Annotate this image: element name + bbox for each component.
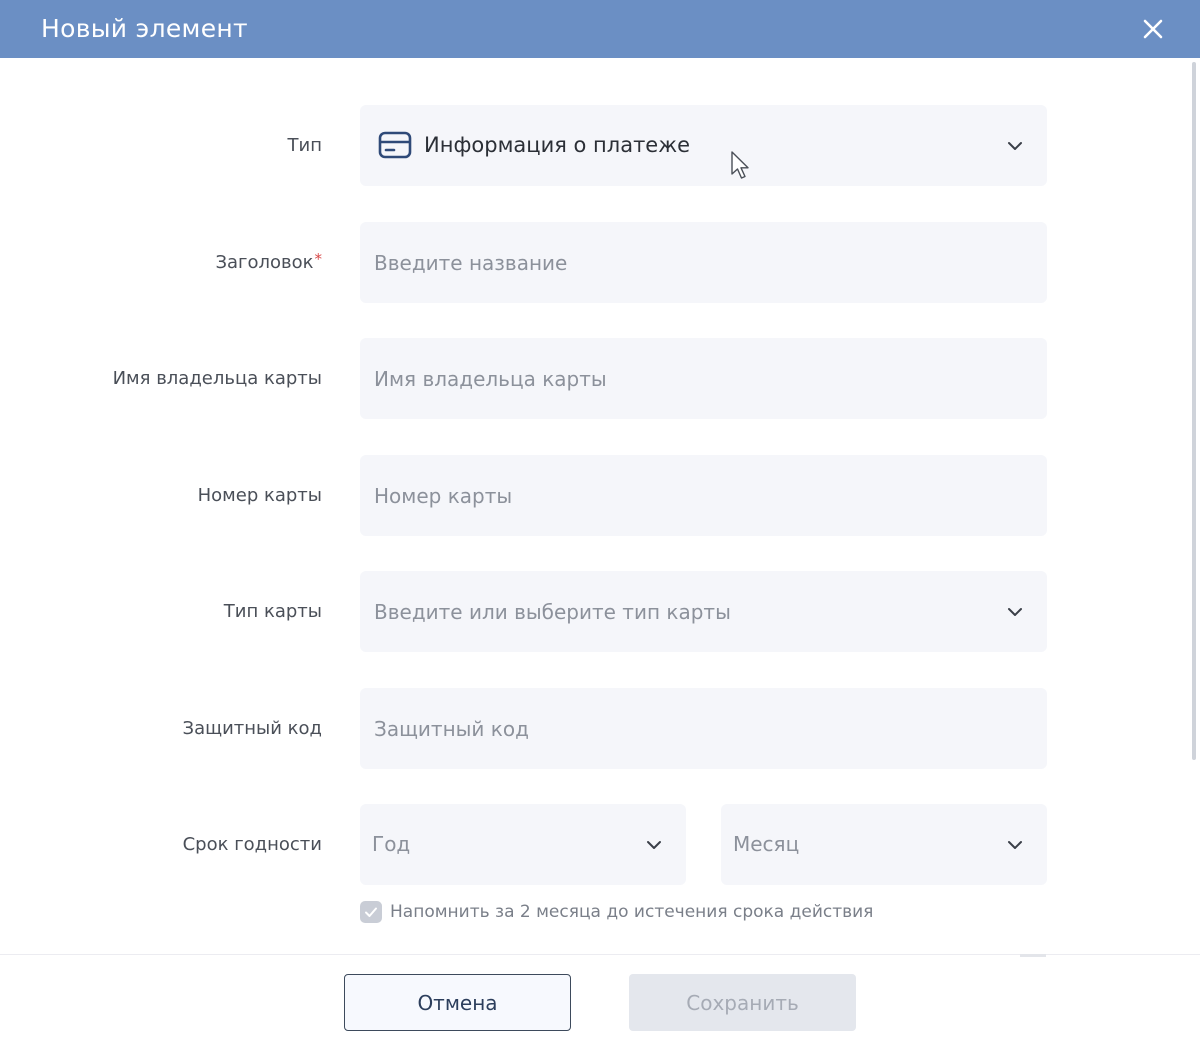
scroll-thumb[interactable] bbox=[1192, 62, 1196, 760]
chevron-down-icon bbox=[1006, 137, 1024, 155]
reminder-checkbox[interactable] bbox=[360, 901, 382, 923]
close-icon bbox=[1143, 19, 1163, 39]
cardholder-label: Имя владельца карты bbox=[112, 368, 322, 389]
card-number-label: Номер карты bbox=[197, 485, 322, 506]
dialog-titlebar: Новый элемент bbox=[0, 0, 1200, 58]
dialog-title: Новый элемент bbox=[41, 14, 248, 43]
card-type-combobox[interactable] bbox=[360, 571, 1047, 652]
type-select-value: Информация о платеже bbox=[424, 133, 691, 157]
required-mark: * bbox=[314, 250, 323, 268]
card-type-label: Тип карты bbox=[223, 601, 322, 622]
title-field-label: Заголовок* bbox=[22, 250, 323, 273]
security-code-label: Защитный код bbox=[182, 718, 322, 739]
card-type-input[interactable] bbox=[360, 571, 1047, 652]
type-select[interactable]: Информация о платеже bbox=[360, 105, 1047, 186]
chevron-down-icon bbox=[645, 836, 663, 854]
expiry-year-placeholder: Год bbox=[372, 832, 411, 856]
reminder-label[interactable]: Напомнить за 2 месяца до истечения срока… bbox=[390, 902, 873, 922]
title-input[interactable] bbox=[360, 222, 1047, 303]
card-number-input[interactable] bbox=[360, 455, 1047, 536]
security-code-input[interactable] bbox=[360, 688, 1047, 769]
credit-card-icon bbox=[378, 131, 412, 159]
footer-divider-accent bbox=[1020, 954, 1046, 957]
expiry-month-select[interactable]: Месяц bbox=[721, 804, 1047, 885]
title-label-text: Заголовок bbox=[215, 252, 314, 273]
security-code-field[interactable] bbox=[360, 688, 1047, 769]
scrollbar[interactable] bbox=[1190, 58, 1200, 954]
cancel-button[interactable]: Отмена bbox=[344, 974, 571, 1031]
new-item-dialog: Новый элемент Тип Информация о платеже З… bbox=[0, 0, 1200, 1049]
expiry-label: Срок годности bbox=[182, 834, 322, 855]
type-label: Тип bbox=[287, 135, 322, 156]
mouse-cursor-icon bbox=[731, 151, 749, 179]
close-button[interactable] bbox=[1138, 14, 1168, 44]
title-field[interactable] bbox=[360, 222, 1047, 303]
cardholder-field[interactable] bbox=[360, 338, 1047, 419]
card-number-field[interactable] bbox=[360, 455, 1047, 536]
save-button[interactable]: Сохранить bbox=[629, 974, 856, 1031]
cardholder-input[interactable] bbox=[360, 338, 1047, 419]
expiry-year-select[interactable]: Год bbox=[360, 804, 686, 885]
chevron-down-icon[interactable] bbox=[1006, 603, 1024, 621]
expiry-month-placeholder: Месяц bbox=[733, 832, 800, 856]
checkmark-icon bbox=[365, 907, 377, 917]
chevron-down-icon bbox=[1006, 836, 1024, 854]
